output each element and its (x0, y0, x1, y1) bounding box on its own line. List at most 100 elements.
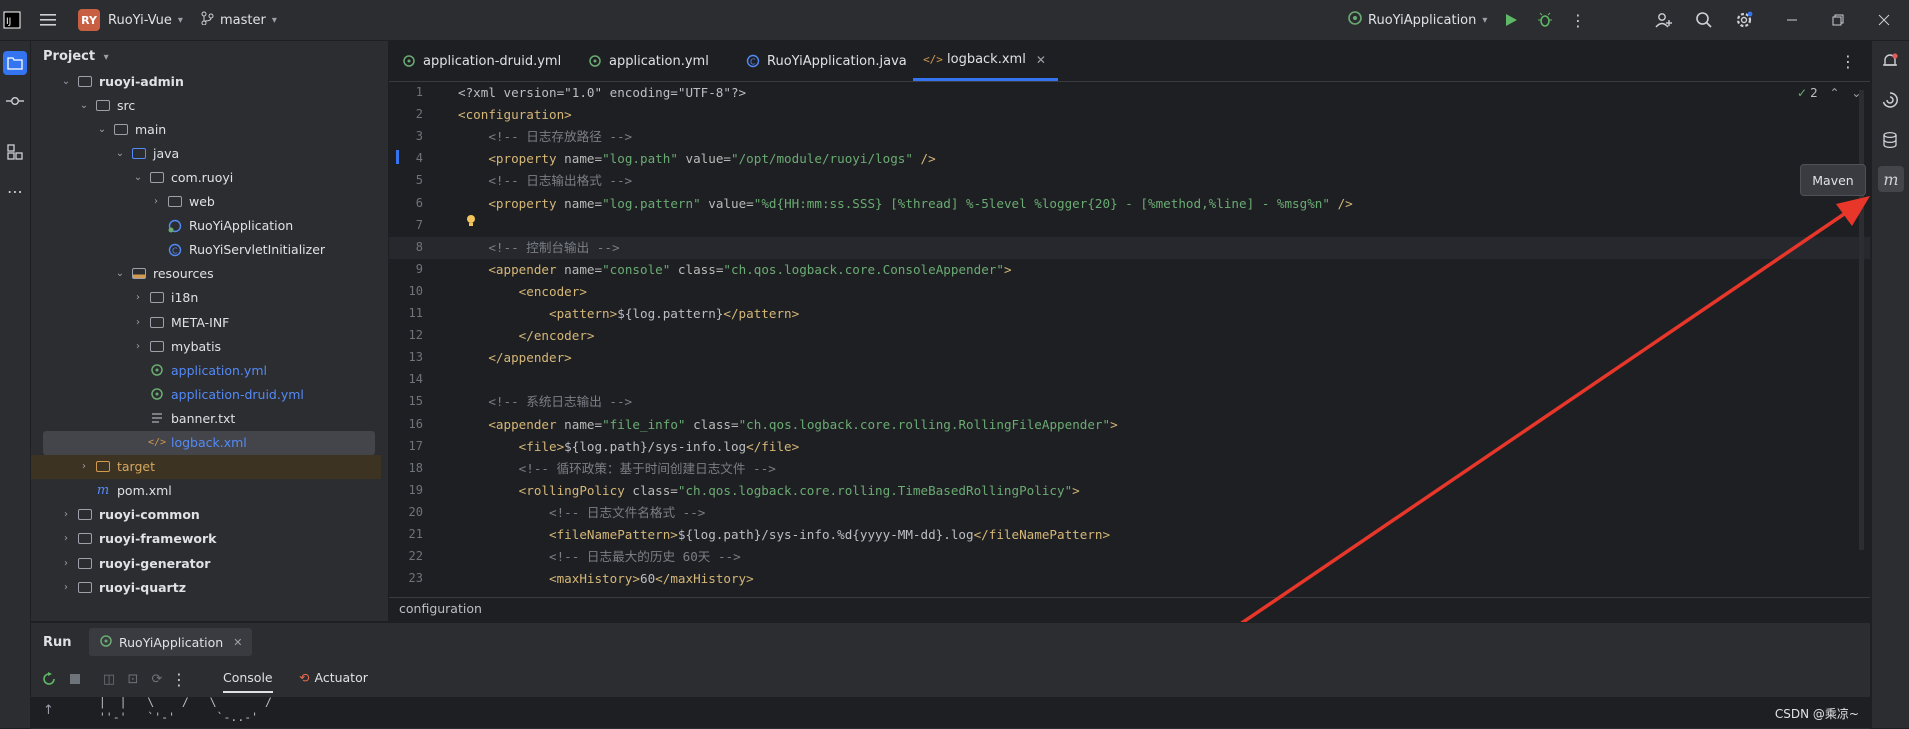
rerun-icon[interactable] (37, 667, 61, 691)
line-number: 3 (415, 129, 423, 144)
lightbulb-icon[interactable] (465, 213, 477, 232)
debug-icon[interactable] (1533, 8, 1557, 32)
tree-item[interactable]: RuoYiApplication (31, 214, 381, 238)
more-vert-icon[interactable]: ⋮ (167, 667, 191, 691)
project-tool-icon[interactable] (3, 51, 27, 75)
tree-item[interactable]: application-druid.yml (31, 382, 381, 406)
tree-item[interactable]: › mybatis (31, 334, 381, 358)
more-horiz-icon[interactable]: ⋯ (3, 179, 27, 203)
code-line: <maxHistory>60</maxHistory> (458, 568, 754, 590)
tree-item[interactable]: › i18n (31, 286, 381, 310)
chevron-down-icon[interactable]: ⌄ (59, 76, 73, 87)
tree-item-label: pom.xml (117, 483, 172, 499)
tab-actuator[interactable]: ⟲ Actuator (299, 670, 368, 685)
tab-label: RuoYiApplication.java (767, 53, 907, 69)
svg-text:C: C (172, 246, 178, 255)
run-icon[interactable] (1499, 8, 1523, 32)
breadcrumb-item[interactable]: configuration (399, 601, 482, 616)
stop-icon[interactable] (63, 667, 87, 691)
chevron-right-icon[interactable]: › (59, 509, 73, 520)
run-config-tab[interactable]: RuoYiApplication ✕ (89, 628, 253, 656)
database-icon[interactable] (1878, 128, 1902, 152)
tree-item[interactable]: ⌄ ruoyi-admin (31, 69, 381, 93)
tree-item[interactable]: › ruoyi-quartz (31, 575, 381, 599)
tree-item[interactable]: › META-INF (31, 310, 381, 334)
code-token: <property (458, 151, 565, 167)
restore-layout-icon[interactable]: ⊡ (121, 667, 145, 691)
tab-logback-xml[interactable]: </> logback.xml ✕ (913, 41, 1058, 81)
chevron-right-icon[interactable]: › (131, 341, 145, 352)
tree-item[interactable]: banner.txt (31, 406, 381, 430)
tree-item[interactable]: ⌄ java (31, 141, 381, 165)
restore-icon[interactable] (1826, 8, 1850, 32)
console-output[interactable]: ↑ | | \ / \ / ''-' `'-' `-..-' (31, 695, 1870, 728)
ai-assistant-icon[interactable] (1878, 88, 1902, 112)
chevron-up-icon[interactable]: ⌃ (1830, 86, 1840, 100)
chevron-down-icon[interactable]: ⌄ (113, 148, 127, 159)
chevron-right-icon[interactable]: › (59, 582, 73, 593)
code-token: "ch.qos.logback.core.rolling.TimeBasedRo… (677, 482, 1073, 498)
tab-ruoyiapplication-java[interactable]: C RuoYiApplication.java (733, 41, 919, 81)
chevron-right-icon[interactable]: › (59, 533, 73, 544)
chevron-right-icon[interactable]: › (59, 558, 73, 569)
inspections-widget[interactable]: ✓ 2 ⌃ ⌄ (1797, 86, 1861, 100)
project-panel-title: Project (43, 49, 96, 64)
tree-item[interactable]: application.yml (31, 358, 381, 382)
code-token: "log.path" (602, 151, 686, 167)
maven-icon[interactable]: m (1878, 166, 1904, 192)
chevron-down-icon[interactable]: ⌄ (131, 172, 145, 183)
notifications-icon[interactable] (1878, 49, 1902, 73)
hamburger-menu-icon[interactable] (36, 8, 60, 32)
screenshot-icon[interactable]: ◫ (97, 667, 121, 691)
commit-tool-icon[interactable] (3, 89, 27, 113)
project-selector[interactable]: RY RuoYi-Vue ▾ (78, 8, 183, 32)
close-icon[interactable] (1872, 8, 1896, 32)
more-vert-icon[interactable]: ⋮ (1566, 8, 1590, 32)
chevron-down-icon[interactable]: ⌄ (113, 268, 127, 279)
chevron-right-icon[interactable]: › (149, 196, 163, 207)
tree-item[interactable]: › ruoyi-generator (31, 551, 381, 575)
code-line: <!-- 循环政策：基于时间创建日志文件 --> (458, 458, 776, 480)
chevron-right-icon[interactable]: › (131, 292, 145, 303)
tree-item[interactable]: ⌄ main (31, 117, 381, 141)
code-token: </fileNamePattern> (973, 527, 1111, 542)
chevron-right-icon[interactable]: › (131, 317, 145, 328)
tree-item[interactable]: m pom.xml (31, 479, 381, 503)
chevron-right-icon[interactable]: › (77, 461, 91, 472)
tree-item[interactable]: ⌄ com.ruoyi (31, 165, 381, 189)
branch-selector[interactable]: master ▾ (200, 8, 277, 32)
tree-item-label: java (153, 145, 180, 161)
chevron-down-icon[interactable]: ⌄ (95, 124, 109, 135)
tree-item[interactable]: </> logback.xml (43, 430, 375, 455)
more-vert-icon[interactable]: ⋮ (1836, 49, 1860, 73)
minimize-icon[interactable] (1780, 8, 1804, 32)
scroll-up-icon[interactable]: ↑ (43, 703, 54, 718)
tree-item[interactable]: ⌄ src (31, 93, 381, 117)
app-logo-icon[interactable]: IJ (0, 8, 24, 32)
tab-application-druid-yml[interactable]: application-druid.yml (389, 41, 573, 81)
java-class-icon: C (745, 53, 761, 69)
tree-item[interactable]: › web (31, 190, 381, 214)
settings-icon[interactable] (1732, 8, 1756, 32)
chevron-down-icon[interactable]: ⌄ (77, 100, 91, 111)
tree-item[interactable]: › target (31, 454, 381, 479)
project-panel-header[interactable]: Project ▾ (43, 49, 109, 64)
tab-console[interactable]: Console (223, 670, 273, 693)
structure-tool-icon[interactable] (3, 140, 27, 164)
close-tab-icon[interactable]: ✕ (233, 636, 242, 649)
tab-application-yml[interactable]: application.yml (575, 41, 721, 81)
tree-item[interactable]: › ruoyi-framework (31, 527, 381, 551)
tree-item[interactable]: › ruoyi-common (31, 503, 381, 527)
code-token: class= (632, 482, 678, 498)
tab-actuator-label: Actuator (314, 670, 368, 685)
search-icon[interactable] (1692, 8, 1716, 32)
run-config-selector[interactable]: RuoYiApplication ▾ (1347, 8, 1487, 32)
excluded-folder-icon (95, 459, 111, 475)
settings-icon[interactable]: ⟳ (145, 667, 169, 691)
tree-item[interactable]: C RuoYiServletInitializer (31, 238, 381, 262)
actuator-icon: ⟲ (299, 670, 310, 685)
code-token: 60 (639, 571, 656, 587)
close-tab-icon[interactable]: ✕ (1036, 53, 1046, 67)
tree-item[interactable]: ⌄ resources (31, 262, 381, 286)
add-user-icon[interactable] (1652, 8, 1676, 32)
